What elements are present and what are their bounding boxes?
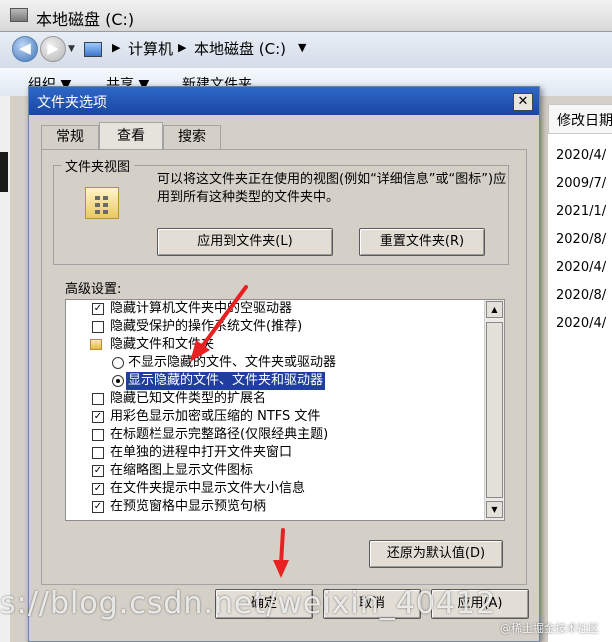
computer-icon	[84, 42, 102, 57]
folder-options-dialog: 文件夹选项 ✕ 常规 查看 搜索 文件夹视图 可以将这文件夹正在使用的视图(例如…	[28, 86, 540, 642]
folder-icon	[90, 339, 102, 350]
checkbox-icon[interactable]	[92, 429, 104, 441]
checkbox-icon[interactable]: ✓	[92, 303, 104, 315]
folder-views-title: 文件夹视图	[61, 156, 135, 175]
setting-separate-process[interactable]: 在单独的进程中打开文件夹窗口	[66, 444, 484, 462]
drive-icon	[10, 8, 28, 22]
tab-view[interactable]: 查看	[99, 122, 163, 149]
column-header-modified-date[interactable]: 修改日期	[548, 104, 612, 134]
setting-color-ntfs[interactable]: ✓ 用彩色显示加密或压缩的 NTFS 文件	[66, 408, 484, 426]
setting-preview-handlers[interactable]: ✓ 在预览窗格中显示预览句柄	[66, 498, 484, 516]
close-icon[interactable]: ✕	[513, 93, 533, 111]
checkbox-icon[interactable]: ✓	[92, 411, 104, 423]
forward-arrow-icon[interactable]: ▶	[40, 36, 66, 62]
file-date: 2009/7/	[556, 176, 607, 191]
scroll-up-icon[interactable]: ▲	[486, 301, 503, 318]
setting-hide-empty-drives[interactable]: ✓ 隐藏计算机文件夹中的空驱动器	[66, 300, 484, 318]
folder-view-icon	[85, 187, 119, 219]
checkbox-icon[interactable]	[92, 393, 104, 405]
chevron-down-icon[interactable]: ▼	[298, 41, 306, 54]
apply-to-folders-button[interactable]: 应用到文件夹(L)	[157, 228, 333, 256]
setting-hide-extensions[interactable]: 隐藏已知文件类型的扩展名	[66, 390, 484, 408]
advanced-settings-list: ✓ 隐藏计算机文件夹中的空驱动器 隐藏受保护的操作系统文件(推荐) 隐藏文件和文…	[65, 299, 505, 521]
breadcrumb-local-disk[interactable]: 本地磁盘 (C:)	[194, 38, 286, 59]
setting-dont-show-hidden[interactable]: 不显示隐藏的文件、文件夹或驱动器	[66, 354, 484, 372]
nav-pane-thumbnail	[0, 152, 8, 192]
dialog-title: 文件夹选项	[37, 95, 107, 111]
chevron-right-icon[interactable]: ▶	[178, 41, 186, 54]
dialog-title-bar: 文件夹选项 ✕	[29, 87, 539, 115]
watermark-small: @稀土掘金技术社区	[500, 622, 599, 635]
watermark: s://blog.csdn.net/weixin_40412	[0, 586, 497, 621]
settings-scrollbar[interactable]: ▲ ▼	[484, 300, 504, 520]
history-dropdown-icon[interactable]: ▼	[68, 44, 75, 54]
explorer-title: 本地磁盘 (C:)	[36, 10, 135, 29]
scroll-thumb[interactable]	[486, 322, 503, 498]
checkbox-icon[interactable]: ✓	[92, 501, 104, 513]
file-date: 2020/4/	[556, 316, 607, 331]
checkbox-icon[interactable]	[92, 447, 104, 459]
setting-hide-protected-os-files[interactable]: 隐藏受保护的操作系统文件(推荐)	[66, 318, 484, 336]
file-date: 2020/8/	[556, 288, 607, 303]
file-date: 2020/4/	[556, 148, 607, 163]
reset-folders-button[interactable]: 重置文件夹(R)	[359, 228, 485, 256]
radio-icon[interactable]	[112, 375, 124, 387]
setting-show-hidden[interactable]: 显示隐藏的文件、文件夹和驱动器	[66, 372, 484, 390]
setting-group-hidden-files: 隐藏文件和文件夹	[66, 336, 484, 354]
folder-views-description: 可以将这文件夹正在使用的视图(例如“详细信息”或“图标”)应用到所有这种类型的文…	[157, 172, 507, 205]
breadcrumb-computer[interactable]: 计算机	[128, 38, 173, 59]
radio-icon[interactable]	[112, 357, 124, 369]
setting-thumbnail-icon[interactable]: ✓ 在缩略图上显示文件图标	[66, 462, 484, 480]
restore-defaults-button[interactable]: 还原为默认值(D)	[369, 540, 503, 568]
tab-general[interactable]: 常规	[41, 125, 99, 149]
file-date: 2021/1/	[556, 204, 607, 219]
file-date: 2020/4/	[556, 260, 607, 275]
tab-search[interactable]: 搜索	[163, 125, 221, 149]
setting-full-path-title[interactable]: 在标题栏显示完整路径(仅限经典主题)	[66, 426, 484, 444]
back-arrow-icon[interactable]: ◀	[12, 36, 38, 62]
advanced-settings-label: 高级设置:	[65, 282, 122, 297]
chevron-right-icon[interactable]: ▶	[112, 41, 120, 54]
scroll-down-icon[interactable]: ▼	[486, 501, 503, 518]
checkbox-icon[interactable]	[92, 321, 104, 333]
file-date: 2020/8/	[556, 232, 607, 247]
checkbox-icon[interactable]: ✓	[92, 465, 104, 477]
explorer-title-bar: 本地磁盘 (C:)	[0, 0, 612, 32]
explorer-nav-bar: ◀ ▶ ▼ ▶ 计算机 ▶ 本地磁盘 (C:) ▼	[0, 32, 612, 68]
setting-size-tips[interactable]: ✓ 在文件夹提示中显示文件大小信息	[66, 480, 484, 498]
checkbox-icon[interactable]: ✓	[92, 483, 104, 495]
